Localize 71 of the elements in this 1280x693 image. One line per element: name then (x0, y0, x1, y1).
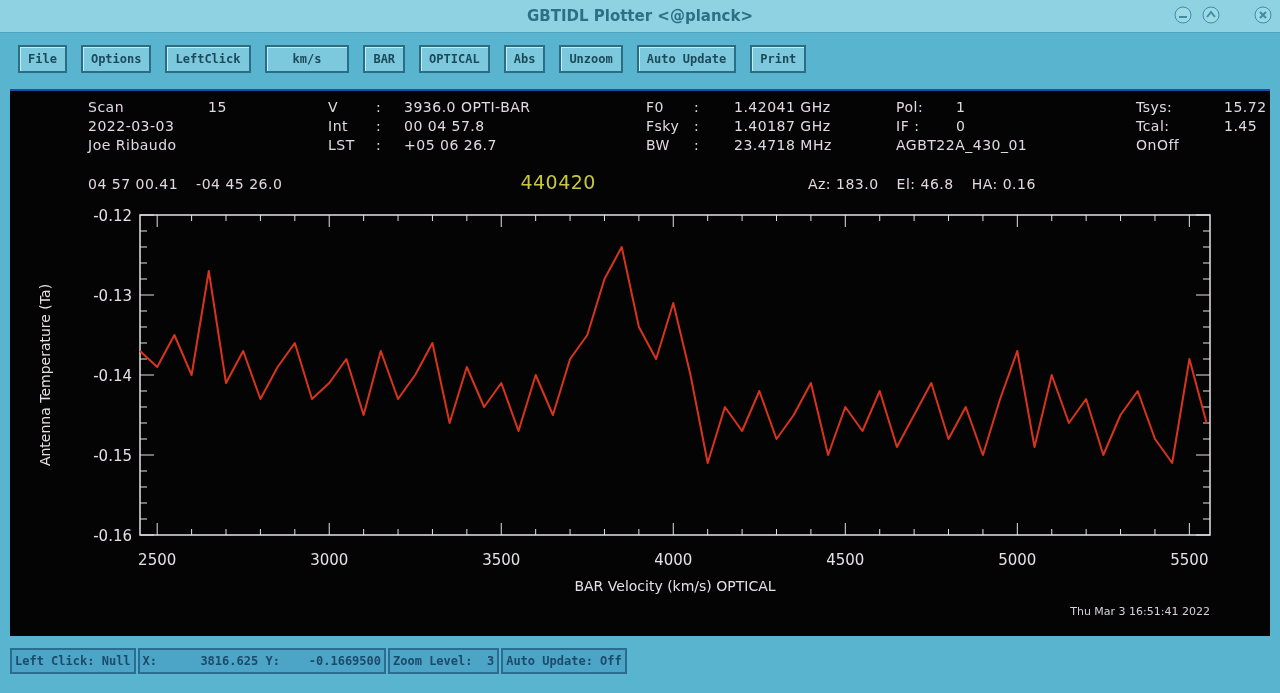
toolbar-button[interactable]: Auto Update (636, 45, 737, 73)
toolbar-button[interactable]: km/s (264, 45, 350, 73)
close-button[interactable] (1254, 6, 1272, 24)
toolbar-button[interactable]: Abs (503, 45, 546, 73)
window-title: GBTIDL Plotter <@planck> (526, 7, 754, 25)
y-tick-label: -0.14 (93, 367, 132, 385)
status-field: Left Click: Null (10, 648, 136, 674)
header-text: OnOff (1136, 137, 1180, 155)
source-name: 440420 (520, 171, 596, 193)
x-tick-label: 2500 (138, 551, 177, 569)
header-text: 15 (208, 99, 227, 117)
header-text: Tcal: (1136, 118, 1171, 136)
header-text: BW (646, 137, 671, 155)
header-text: : (694, 99, 701, 117)
header-text: V (328, 99, 340, 117)
x-tick-label: 4500 (826, 551, 865, 569)
header-text: 1.42041 GHz (734, 99, 831, 117)
header-text: Scan (88, 99, 126, 117)
y-axis-label: Antenna Temperature (Ta) (37, 283, 53, 467)
elevation-text: El: 46.8 (896, 176, 954, 192)
header-text: : (694, 137, 701, 155)
x-tick-label: 4000 (654, 551, 693, 569)
toolbar-button[interactable]: BAR (363, 45, 406, 73)
x-tick-label: 3500 (482, 551, 521, 569)
x-tick-label: 3000 (310, 551, 349, 569)
header-text: 1 (956, 99, 966, 117)
y-tick-label: -0.12 (93, 207, 132, 225)
x-axis-label: BAR Velocity (km/s) OPTICAL (574, 578, 776, 594)
header-text: Joe Ribaudo (88, 137, 177, 155)
header-text: : (376, 137, 383, 155)
maximize-button[interactable] (1202, 6, 1220, 24)
timestamp: Thu Mar 3 16:51:41 2022 (1070, 605, 1210, 618)
header-text: Int (328, 118, 349, 136)
x-tick-label: 5000 (998, 551, 1037, 569)
header-text: : (376, 99, 383, 117)
y-tick-label: -0.13 (93, 287, 132, 305)
status-field: Auto Update: Off (501, 648, 627, 674)
ra-text: 04 57 00.41 (88, 176, 179, 192)
header-text: AGBT22A_430_01 (896, 137, 1028, 155)
header-text: LST (328, 137, 356, 155)
header-text: F0 (646, 99, 665, 117)
azimuth-text: Az: 183.0 (807, 176, 879, 192)
header-text: Tsys: (1136, 99, 1174, 117)
header-text: 1.40187 GHz (734, 118, 831, 136)
header-text: 23.4718 MHz (734, 137, 832, 155)
toolbar-button[interactable]: File (18, 45, 67, 73)
header-text: 00 04 57.8 (404, 118, 485, 136)
status-field: Zoom Level: 3 (388, 648, 500, 674)
toolbar-button[interactable]: Options (80, 45, 152, 73)
toolbar-button[interactable]: OPTICAL (419, 45, 490, 73)
header-text: +05 06 26.7 (404, 137, 497, 155)
header-text: 1.45 (1224, 118, 1258, 136)
toolbar-button[interactable]: Unzoom (559, 45, 623, 73)
header-text: 2022-03-03 (88, 118, 175, 136)
header-text: 15.72 (1224, 99, 1267, 117)
dec-text: -04 45 26.0 (196, 176, 283, 192)
y-tick-label: -0.15 (93, 447, 132, 465)
toolbar-button[interactable]: LeftClick (165, 45, 251, 73)
hour-angle-text: HA: 0.16 (971, 176, 1036, 192)
toolbar-button[interactable]: Print (750, 45, 807, 73)
header-text: 0 (956, 118, 966, 136)
minimize-button[interactable] (1174, 6, 1192, 24)
header-text: : (694, 118, 701, 136)
x-tick-label: 5500 (1170, 551, 1209, 569)
header-text: : (376, 118, 383, 136)
header-text: Fsky (646, 118, 681, 136)
header-text: IF : (896, 118, 921, 136)
y-tick-label: -0.16 (93, 527, 132, 545)
header-text: 3936.0 OPTI-BAR (404, 99, 531, 117)
header-text: Pol: (896, 99, 925, 117)
status-field: X: 3816.625 Y: -0.1669500 (137, 648, 386, 674)
